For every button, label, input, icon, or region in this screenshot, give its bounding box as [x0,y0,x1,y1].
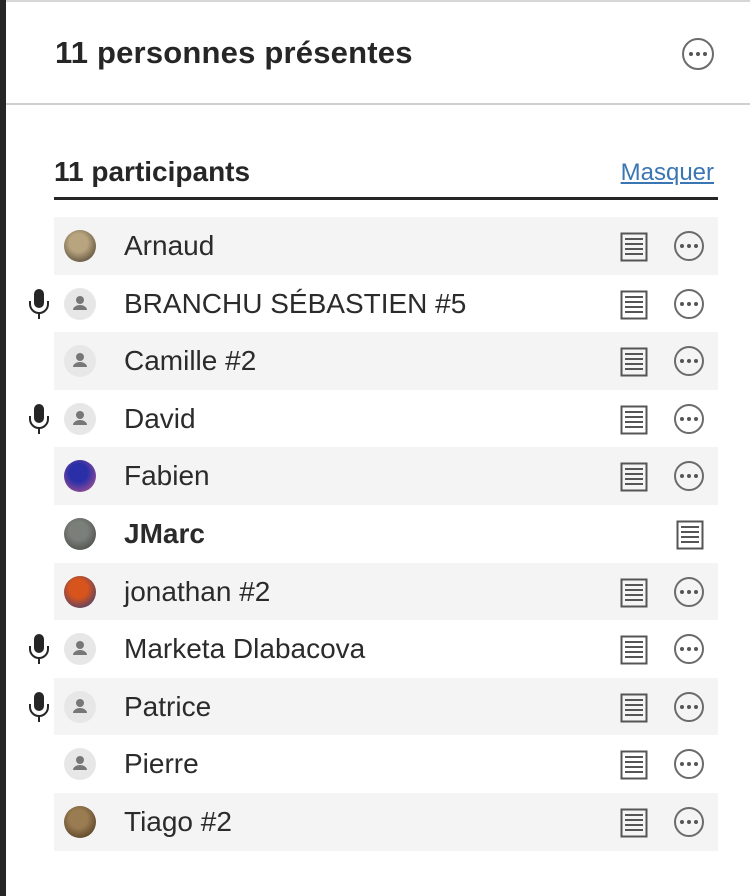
notes-icon[interactable] [676,520,704,550]
more-options-icon[interactable] [674,691,704,722]
avatar [64,575,96,608]
participant-name: Patrice [124,690,212,722]
avatar [64,345,96,378]
avatar [64,287,96,320]
avatar [64,517,96,550]
avatar [64,230,96,262]
participant-list: Arnaud BRANCHU SÉBASTIEN #5 Camille #2 Davi… [0,217,750,851]
participant-row[interactable]: Patrice [0,677,750,736]
microphone-icon [28,288,50,320]
attendance-title: 11 personnes présentes [55,35,413,70]
participant-name: David [124,402,196,434]
participant-row[interactable]: Pierre [0,735,750,793]
hide-participants-link[interactable]: Masquer [621,159,714,187]
avatar [64,690,96,723]
more-options-icon[interactable] [674,403,704,434]
participant-name: Marketa Dlabacova [124,633,366,665]
participant-row[interactable]: David [0,390,750,448]
participant-row[interactable]: BRANCHU SÉBASTIEN #5 [0,275,750,333]
header-more-options-icon[interactable] [682,38,714,70]
participant-name: BRANCHU SÉBASTIEN #5 [124,287,467,319]
more-options-icon[interactable] [674,288,704,319]
participant-row[interactable]: JMarc [0,505,750,563]
participant-name: Fabien [124,460,210,492]
more-options-icon[interactable] [674,231,704,261]
participant-row[interactable]: jonathan #2 [0,562,750,621]
participant-row[interactable]: Arnaud [0,217,750,275]
notes-icon[interactable] [620,462,648,492]
panel-header: 11 personnes présentes [6,2,750,105]
notes-icon[interactable] [620,232,648,262]
notes-icon[interactable] [620,405,648,435]
participant-row[interactable]: Marketa Dlabacova [0,620,750,678]
participant-name: jonathan #2 [124,575,271,607]
more-options-icon[interactable] [674,576,704,607]
microphone-icon [28,691,50,723]
more-options-icon[interactable] [674,806,704,837]
participant-row[interactable]: Camille #2 [0,332,750,390]
participant-name: Camille #2 [124,345,257,377]
microphone-icon [28,403,50,435]
participant-row[interactable]: Tiago #2 [0,792,750,851]
more-options-icon[interactable] [674,346,704,377]
notes-icon[interactable] [620,750,648,780]
notes-icon[interactable] [620,808,648,838]
participant-name: Arnaud [124,230,215,261]
notes-icon[interactable] [620,693,648,723]
notes-icon[interactable] [620,635,648,665]
participant-name: JMarc [124,517,205,549]
microphone-icon [28,633,50,665]
participant-name: Pierre [124,748,199,780]
more-options-icon[interactable] [674,634,704,665]
participants-section-header: 11 participants Masquer [54,150,718,200]
participants-count: 11 participants [54,156,251,187]
avatar [64,402,96,435]
participant-row[interactable]: Fabien [0,447,750,505]
notes-icon[interactable] [620,578,648,608]
notes-icon[interactable] [620,347,648,377]
avatar [64,633,96,666]
participant-name: Tiago #2 [124,805,232,837]
avatar [64,805,96,838]
notes-icon[interactable] [620,290,648,320]
